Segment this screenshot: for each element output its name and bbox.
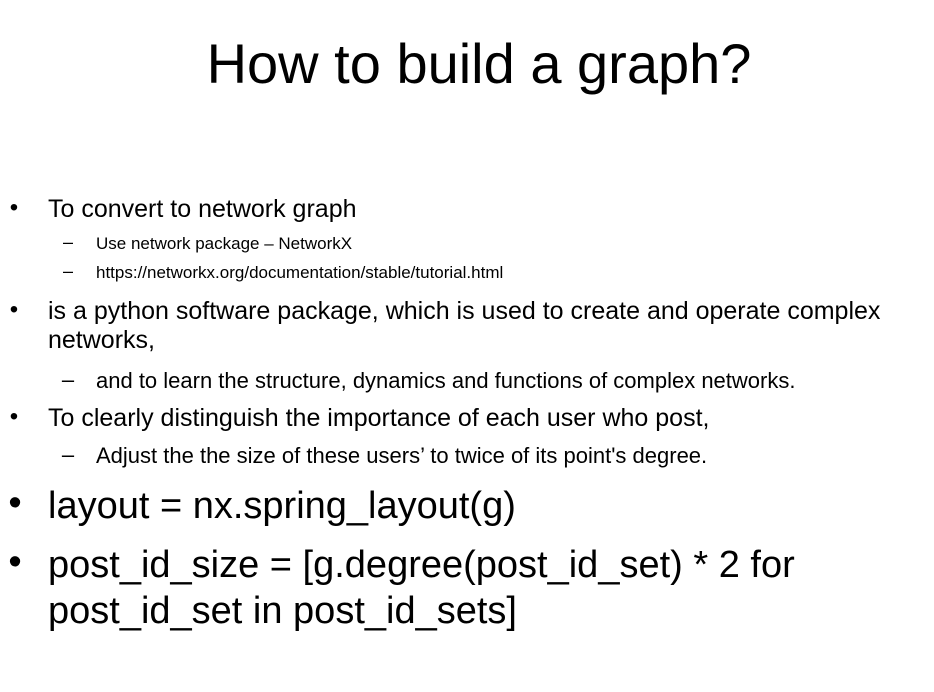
slide: How to build a graph? • To convert to ne…	[0, 0, 934, 692]
bullet-text-line-2: networks,	[48, 326, 155, 354]
dash-marker: –	[61, 367, 75, 392]
tutorial-url-text: https://networkx.org/documentation/stabl…	[96, 263, 504, 282]
bullet-text: To clearly distinguish the importance of…	[48, 404, 710, 432]
dash-marker: –	[62, 232, 73, 252]
code-text: layout = nx.spring_layout(g)	[48, 485, 516, 527]
bullet-marker: •	[9, 296, 19, 323]
bullet-marker: •	[8, 541, 22, 583]
bullet-marker: •	[9, 194, 19, 221]
sub-bullet-text: Use network package – NetworkX	[96, 234, 353, 253]
code-text-line-2: post_id_set in post_id_sets]	[48, 590, 517, 632]
bullet-marker: •	[9, 403, 19, 430]
sub-bullet-text: and to learn the structure, dynamics and…	[96, 368, 796, 393]
slide-title: How to build a graph?	[206, 32, 752, 95]
bullet-text-line-1: is a python software package, which is u…	[48, 297, 881, 325]
code-text-line-1: post_id_size = [g.degree(post_id_set) * …	[48, 544, 795, 586]
dash-marker: –	[61, 442, 75, 467]
bullet-text: To convert to network graph	[48, 195, 357, 223]
dash-marker: –	[62, 261, 73, 281]
bullet-marker: •	[8, 482, 22, 524]
sub-bullet-text: Adjust the the size of these users’ to t…	[96, 443, 708, 468]
